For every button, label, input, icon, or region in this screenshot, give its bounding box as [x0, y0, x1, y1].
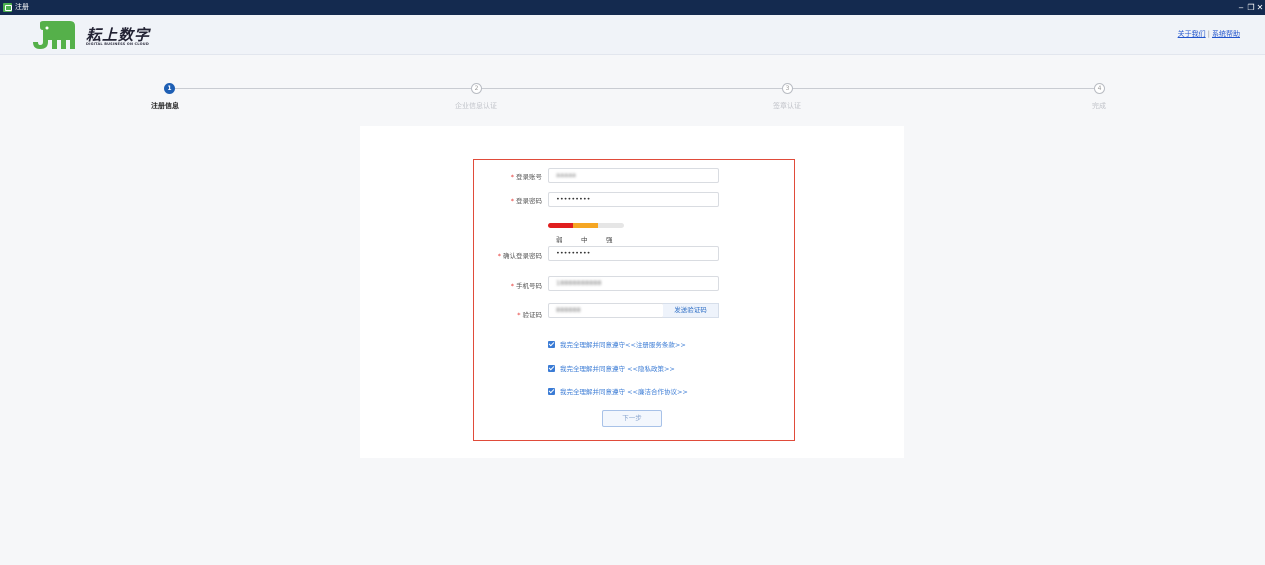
code-label: * 验证码 [517, 311, 542, 319]
step-2-label: 企业信息认证 [455, 102, 497, 110]
step-3-label: 签章认证 [773, 102, 801, 110]
step-4-label: 完成 [1092, 102, 1106, 110]
close-icon[interactable]: ✕ [1255, 2, 1265, 13]
link-separator: | [1207, 30, 1210, 38]
strength-medium-label: 中 [581, 236, 588, 244]
phone-input[interactable]: 18888888888 [548, 276, 719, 291]
progress-stepper: 1 2 3 4 注册信息 企业信息认证 签章认证 完成 [0, 82, 1265, 112]
header-links: 关于我们 | 系统帮助 [1178, 29, 1240, 39]
step-4-dot: 4 [1094, 83, 1105, 94]
brand-slogan: DIGITAL BUSINESS ON CLOUD [86, 42, 149, 46]
strength-weak-label: 弱 [556, 236, 563, 244]
send-code-button[interactable]: 发送验证码 [663, 303, 719, 318]
account-input[interactable]: aaaaa [548, 168, 719, 183]
password-label: * 登录密码 [510, 197, 542, 205]
agreement-integrity[interactable]: 我完全理解并同意遵守 <<廉洁合作协议>> [548, 386, 688, 396]
strength-strong-label: 强 [606, 236, 613, 244]
about-us-link[interactable]: 关于我们 [1178, 30, 1206, 38]
step-connector [175, 88, 471, 89]
confirm-password-label: * 确认登录密码 [497, 252, 542, 260]
password-input[interactable]: ••••••••• [548, 192, 719, 207]
checkbox-checked-icon[interactable] [548, 388, 555, 395]
checkbox-checked-icon[interactable] [548, 365, 555, 372]
code-input[interactable]: 888888 [548, 303, 664, 318]
agreement-privacy[interactable]: 我完全理解并同意遵守 <<隐私政策>> [548, 363, 675, 373]
elephant-logo-icon [33, 21, 75, 49]
next-step-button[interactable]: 下一步 [602, 410, 662, 427]
step-2-dot: 2 [471, 83, 482, 94]
strength-medium-bar [573, 223, 598, 228]
window-titlebar: 注册 ‒ ❐ ✕ [0, 0, 1265, 15]
app-header: 耘上数字 DIGITAL BUSINESS ON CLOUD 关于我们 | 系统帮助 [0, 15, 1265, 55]
confirm-password-input[interactable]: ••••••••• [548, 246, 719, 261]
strength-weak-bar [548, 223, 573, 228]
phone-label: * 手机号码 [510, 282, 542, 290]
minimize-icon[interactable]: ‒ [1236, 2, 1246, 13]
step-connector [793, 88, 1094, 89]
checkbox-checked-icon[interactable] [548, 341, 555, 348]
agreement-terms[interactable]: 我完全理解并同意遵守<<注册服务条款>> [548, 339, 686, 349]
password-strength-meter [548, 223, 624, 228]
step-3-dot: 3 [782, 83, 793, 94]
account-label: * 登录账号 [510, 173, 542, 181]
step-1-dot: 1 [164, 83, 175, 94]
step-1-label: 注册信息 [151, 102, 179, 110]
system-help-link[interactable]: 系统帮助 [1212, 30, 1240, 38]
step-connector [482, 88, 782, 89]
app-icon [3, 3, 12, 12]
window-title: 注册 [15, 3, 29, 11]
